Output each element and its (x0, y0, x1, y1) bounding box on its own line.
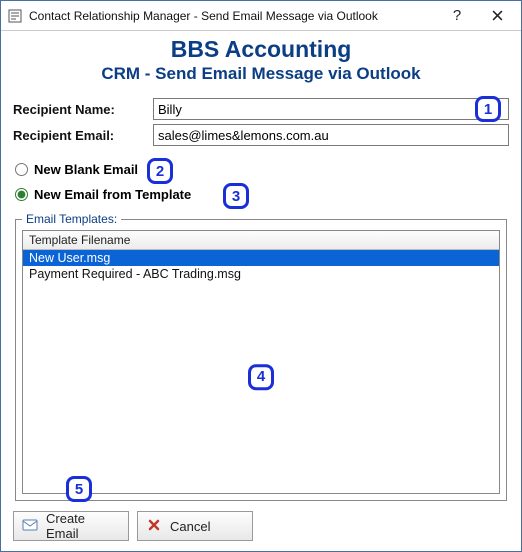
recipient-name-input[interactable] (153, 98, 509, 120)
list-item[interactable]: New User.msg (23, 250, 499, 266)
callout-2: 2 (147, 158, 173, 184)
dialog-body: BBS Accounting CRM - Send Email Message … (1, 31, 521, 551)
recipient-name-row: Recipient Name: 1 (13, 98, 509, 120)
app-icon (7, 8, 23, 24)
recipient-email-row: Recipient Email: (13, 124, 509, 146)
templates-body[interactable]: New User.msg Payment Required - ABC Trad… (23, 250, 499, 493)
cancel-button[interactable]: Cancel (137, 511, 253, 541)
option-template-label[interactable]: New Email from Template (34, 187, 191, 202)
brand-title: BBS Accounting (13, 37, 509, 62)
option-blank-radio[interactable] (15, 163, 28, 176)
templates-legend: Email Templates: (22, 212, 121, 226)
option-template-radio[interactable] (15, 188, 28, 201)
help-button[interactable]: ? (437, 2, 477, 30)
option-template-row: New Email from Template 3 (13, 187, 509, 202)
callout-4: 4 (248, 364, 274, 390)
recipient-name-label: Recipient Name: (13, 102, 153, 117)
option-blank-label[interactable]: New Blank Email (34, 162, 138, 177)
dialog-window: Contact Relationship Manager - Send Emai… (0, 0, 522, 552)
cancel-label: Cancel (170, 519, 210, 534)
title-bar[interactable]: Contact Relationship Manager - Send Emai… (1, 1, 521, 31)
brand-subtitle: CRM - Send Email Message via Outlook (13, 64, 509, 84)
mail-icon (22, 517, 38, 536)
cancel-icon (146, 517, 162, 536)
templates-group: Email Templates: Template Filename New U… (15, 212, 507, 501)
templates-header[interactable]: Template Filename (23, 231, 499, 250)
callout-3: 3 (223, 183, 249, 209)
create-email-label: Create Email (46, 511, 120, 541)
button-row: Create Email Cancel (13, 511, 509, 541)
recipient-email-input[interactable] (153, 124, 509, 146)
list-item[interactable]: Payment Required - ABC Trading.msg (23, 266, 499, 282)
close-button[interactable] (477, 2, 517, 30)
templates-list[interactable]: Template Filename New User.msg Payment R… (22, 230, 500, 494)
option-blank-row: New Blank Email 2 (13, 162, 509, 177)
window-title: Contact Relationship Manager - Send Emai… (29, 9, 378, 23)
recipient-email-label: Recipient Email: (13, 128, 153, 143)
create-email-button[interactable]: Create Email (13, 511, 129, 541)
